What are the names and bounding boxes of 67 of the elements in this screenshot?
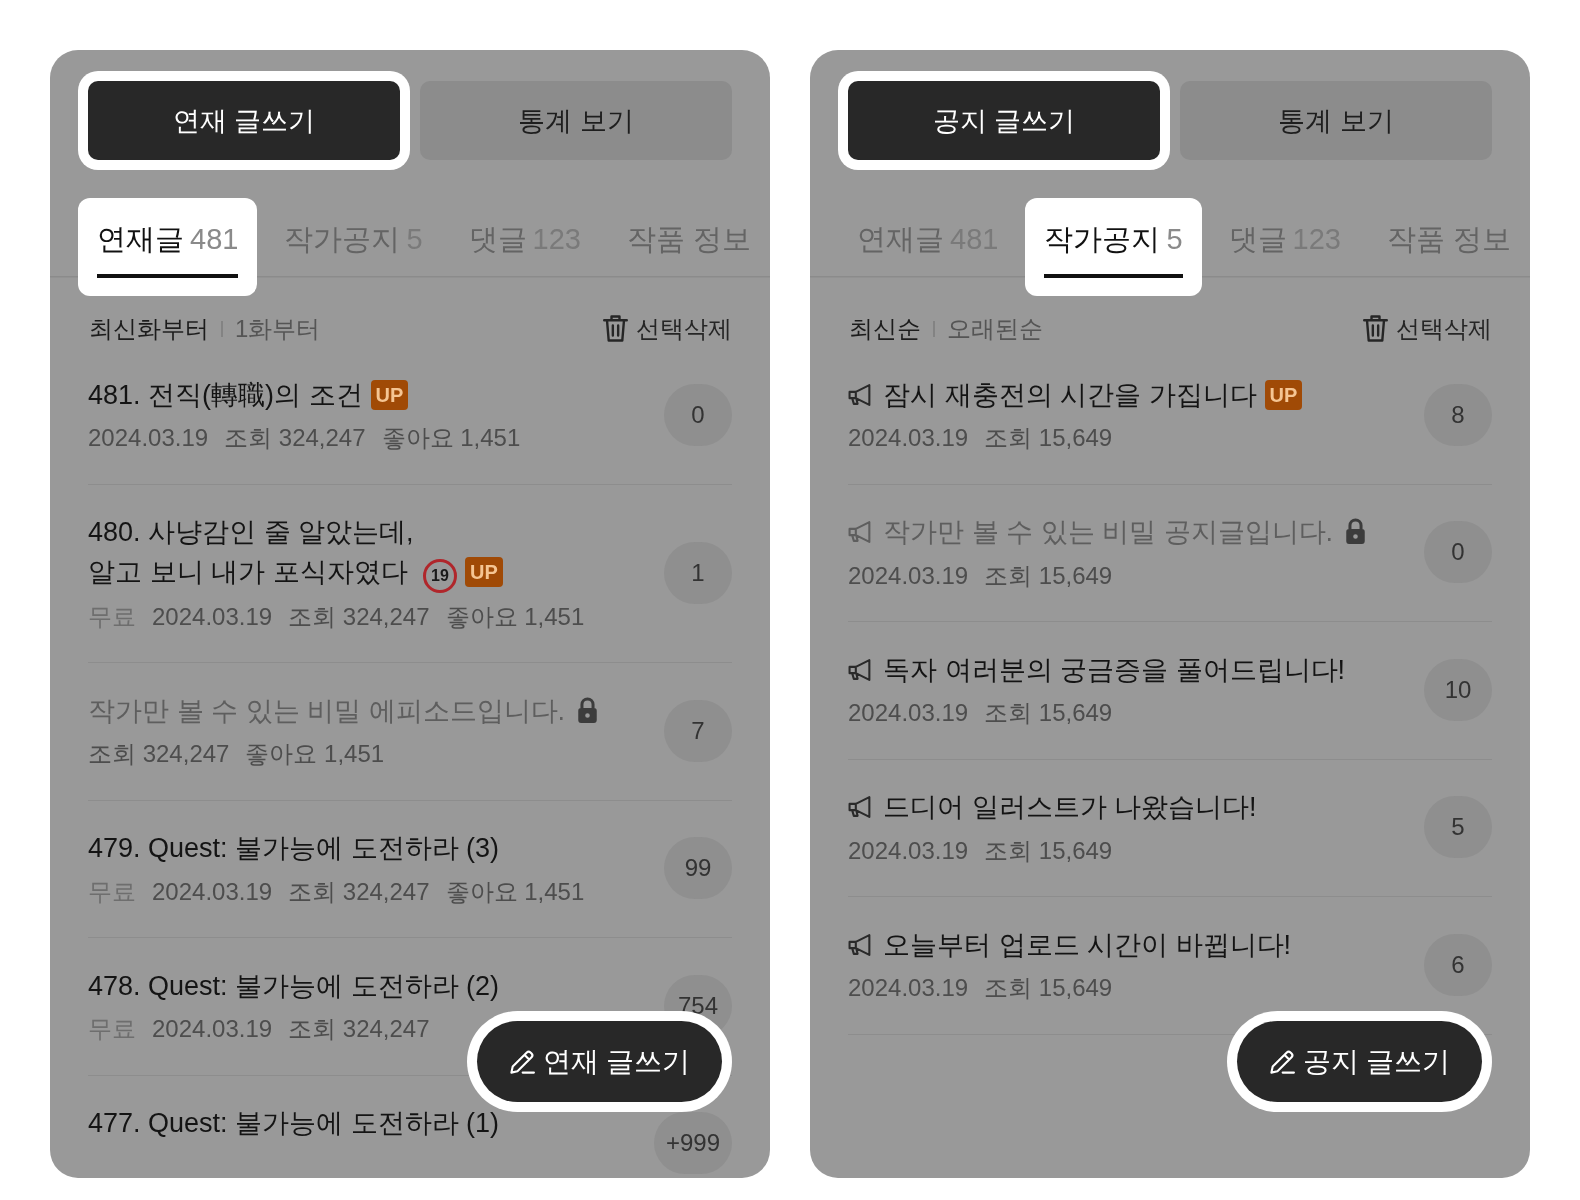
up-badge: UP xyxy=(465,557,503,587)
floating-write-button[interactable]: 공지 글쓰기 xyxy=(1237,1021,1482,1102)
like-count: 좋아요 1,451 xyxy=(445,876,585,907)
post-date: 2024.03.19 xyxy=(88,423,209,453)
comment-count: 0 xyxy=(1424,521,1492,584)
megaphone-icon xyxy=(848,796,873,818)
post-date: 2024.03.19 xyxy=(152,1014,273,1044)
pencil-icon xyxy=(1268,1048,1295,1075)
post-title[interactable]: 481. 전직(轉職)의 조건 xyxy=(88,379,363,410)
view-count: 조회 324,247 xyxy=(288,1014,430,1044)
post-title[interactable]: 479. Quest: 불가능에 도전하라 (3) xyxy=(88,833,500,863)
view-stats-button[interactable]: 통계 보기 xyxy=(1180,81,1492,160)
view-count: 조회 15,649 xyxy=(984,423,1113,453)
comment-count: 5 xyxy=(1424,796,1492,859)
megaphone-icon xyxy=(848,383,873,406)
view-count: 조회 15,649 xyxy=(984,560,1113,591)
post-title[interactable]: 478. Quest: 불가능에 도전하라 (2) xyxy=(88,970,500,1001)
comment-count: 0 xyxy=(664,383,732,446)
post-date: 2024.03.19 xyxy=(848,973,969,1003)
delete-selected-button[interactable]: 선택삭제 xyxy=(603,311,732,346)
post-date: 2024.03.19 xyxy=(152,876,273,907)
post-title[interactable]: 477. Quest: 불가능에 도전하라 (1) xyxy=(88,1108,500,1138)
view-count: 조회 15,649 xyxy=(984,698,1113,728)
comment-count: +999 xyxy=(653,1112,732,1175)
post-title[interactable]: 드디어 일러스트가 나왔습니다! xyxy=(883,792,1257,822)
like-count: 좋아요 1,451 xyxy=(381,423,521,453)
like-count: 좋아요 1,451 xyxy=(245,739,385,769)
post-title[interactable]: 오늘부터 업로드 시간이 바뀝니다! xyxy=(883,929,1291,960)
megaphone-icon xyxy=(848,933,873,956)
comment-count: 99 xyxy=(664,837,732,900)
post-date: 2024.03.19 xyxy=(848,698,969,728)
view-count: 조회 324,247 xyxy=(288,876,430,907)
pencil-icon xyxy=(508,1048,535,1075)
view-count: 조회 324,247 xyxy=(288,601,430,632)
write-post-button[interactable]: 연재 글쓰기 xyxy=(88,81,400,160)
sort-option[interactable]: 최신화부터 xyxy=(89,311,209,346)
post-date: 2024.03.19 xyxy=(848,560,969,591)
view-count: 조회 15,649 xyxy=(984,973,1113,1003)
tab[interactable]: 작가공지 5 xyxy=(1025,197,1202,296)
comment-count: 1 xyxy=(664,541,732,604)
view-count: 조회 15,649 xyxy=(984,835,1113,866)
like-count: 좋아요 1,451 xyxy=(445,601,585,632)
view-count: 조회 324,247 xyxy=(224,423,366,453)
tab[interactable]: 연재글 481 xyxy=(78,197,258,296)
megaphone-icon xyxy=(848,521,873,543)
post-title[interactable]: 480. 사냥감인 줄 알았는데, 알고 보니 내가 포식자였다 xyxy=(88,512,415,592)
sort-option[interactable]: 최신순 xyxy=(849,311,921,346)
post-date: 2024.03.19 xyxy=(848,835,969,866)
megaphone-icon xyxy=(848,658,873,681)
floating-write-button[interactable]: 연재 글쓰기 xyxy=(477,1021,722,1102)
post-title[interactable]: 잠시 재충전의 시간을 가집니다 xyxy=(883,379,1257,410)
comment-count: 10 xyxy=(1424,658,1492,721)
post-date: 2024.03.19 xyxy=(848,423,969,453)
trash-icon xyxy=(1363,315,1388,342)
post-date: 2024.03.19 xyxy=(152,601,273,632)
view-stats-button[interactable]: 통계 보기 xyxy=(420,81,732,160)
up-badge: UP xyxy=(370,379,409,410)
up-badge: UP xyxy=(1264,379,1303,410)
comment-count: 7 xyxy=(664,699,732,762)
write-post-button[interactable]: 공지 글쓰기 xyxy=(848,81,1160,160)
post-title[interactable]: 독자 여러분의 궁금증을 풀어드립니다! xyxy=(883,654,1345,685)
trash-icon xyxy=(603,315,628,342)
view-count: 조회 324,247 xyxy=(88,739,230,769)
comment-count: 6 xyxy=(1424,933,1492,996)
delete-selected-button[interactable]: 선택삭제 xyxy=(1363,311,1492,346)
comment-count: 8 xyxy=(1424,383,1492,446)
age-rating-badge: 19 xyxy=(423,559,457,593)
